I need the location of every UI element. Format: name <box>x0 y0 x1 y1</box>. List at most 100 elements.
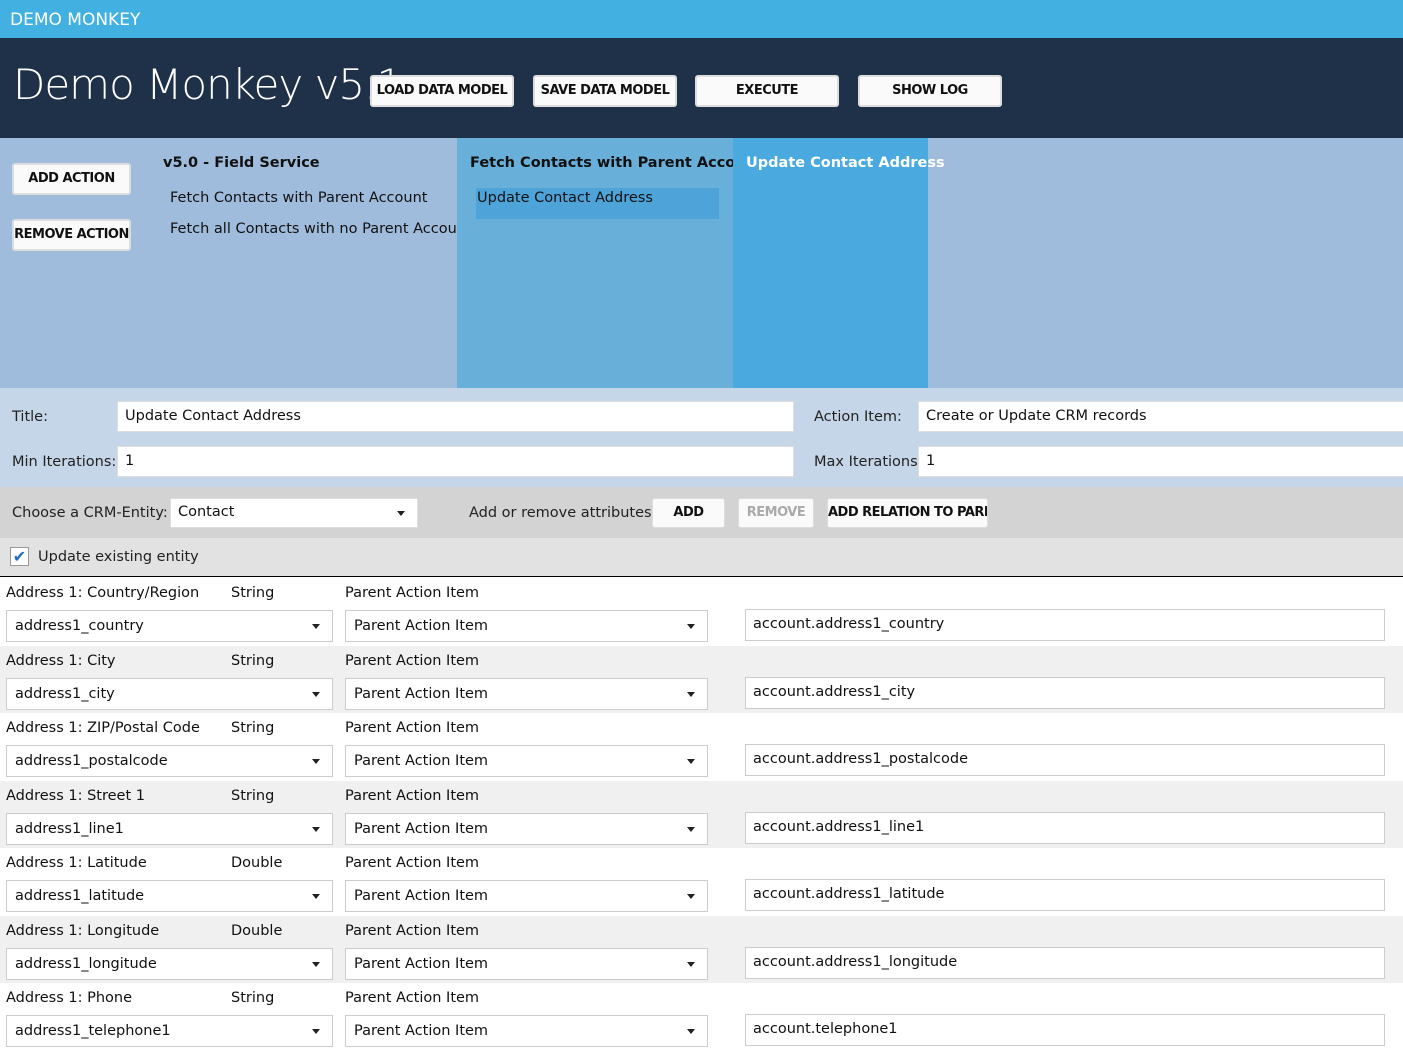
attribute-row: Address 1: City String Parent Action Ite… <box>0 645 1403 713</box>
value-input[interactable]: account.address1_city <box>745 676 1385 709</box>
action-item-selected[interactable]: Update Contact Address <box>476 188 719 219</box>
chevron-down-icon <box>687 1029 695 1034</box>
field-value: address1_longitude <box>15 955 157 972</box>
max-iterations-label: Max Iterations: <box>814 454 923 470</box>
chevron-down-icon <box>312 759 320 764</box>
attribute-type: String <box>231 585 275 601</box>
chevron-down-icon <box>312 624 320 629</box>
chevron-down-icon <box>687 624 695 629</box>
title-label: Title: <box>12 409 48 425</box>
attribute-field-dropdown[interactable]: address1_country <box>6 610 333 642</box>
field-value: address1_telephone1 <box>15 1023 171 1039</box>
chevron-down-icon <box>312 826 320 832</box>
crm-entity-value: Contact <box>178 504 235 520</box>
chevron-down-icon <box>397 511 405 516</box>
column-title[interactable]: Fetch Contacts with Parent Account <box>470 155 763 171</box>
value-input[interactable]: account.address1_postalcode <box>745 744 1385 776</box>
action-item[interactable]: Fetch Contacts with Parent Account <box>170 190 427 206</box>
action-item[interactable]: Fetch all Contacts with no Parent Accoun… <box>170 221 472 237</box>
action-item-input[interactable]: Create or Update CRM records <box>918 401 1403 432</box>
show-log-button[interactable]: SHOW LOG <box>858 75 1002 107</box>
source-label: Parent Action Item <box>345 652 480 669</box>
window-title: DEMO MONKEY <box>10 10 141 30</box>
column-title[interactable]: v5.0 - Field Service <box>163 155 320 171</box>
attribute-row: Address 1: ZIP/Postal Code String Parent… <box>0 713 1403 781</box>
attribute-field-dropdown[interactable]: address1_latitude <box>6 880 333 912</box>
chevron-down-icon <box>687 894 695 899</box>
attribute-row: Address 1: Latitude Double Parent Action… <box>0 848 1403 916</box>
chevron-down-icon <box>312 691 320 697</box>
source-value: Parent Action Item <box>354 685 489 702</box>
action-column: Update Contact Address <box>733 138 945 388</box>
add-action-button[interactable]: ADD ACTION <box>12 163 131 195</box>
add-relation-to-parent-button[interactable]: ADD RELATION TO PAREN <box>827 498 988 528</box>
source-dropdown[interactable]: Parent Action Item <box>345 610 708 642</box>
attribute-type: String <box>231 720 275 736</box>
action-tree: ADD ACTION REMOVE ACTION v5.0 - Field Se… <box>0 138 1403 388</box>
chevron-down-icon <box>687 961 695 967</box>
source-dropdown[interactable]: Parent Action Item <box>345 1015 708 1047</box>
value-input[interactable]: account.address1_country <box>745 609 1385 641</box>
crm-entity-dropdown[interactable]: Contact <box>170 498 418 528</box>
source-label: Parent Action Item <box>345 990 480 1006</box>
attribute-field-dropdown[interactable]: address1_telephone1 <box>6 1015 333 1047</box>
attribute-row: Address 1: Street 1 String Parent Action… <box>0 780 1403 848</box>
attributes-label: Add or remove attributes: <box>469 505 657 521</box>
source-label: Parent Action Item <box>345 787 480 804</box>
source-dropdown[interactable]: Parent Action Item <box>345 677 708 710</box>
attribute-field-dropdown[interactable]: address1_postalcode <box>6 745 333 777</box>
chevron-down-icon <box>687 759 695 764</box>
action-form: Title: Update Contact Address Action Ite… <box>0 388 1403 487</box>
execute-button[interactable]: EXECUTE <box>695 75 839 107</box>
value-input[interactable]: account.telephone1 <box>745 1014 1385 1046</box>
update-existing-checkbox[interactable]: ✔ <box>10 547 29 566</box>
title-input[interactable]: Update Contact Address <box>117 401 794 432</box>
chevron-down-icon <box>312 961 320 967</box>
source-value: Parent Action Item <box>354 1023 489 1039</box>
source-label: Parent Action Item <box>345 585 480 601</box>
source-label: Parent Action Item <box>345 922 480 939</box>
field-value: address1_latitude <box>15 888 145 904</box>
header: Demo Monkey v5.1 LOAD DATA MODEL SAVE DA… <box>0 38 1403 138</box>
field-value: address1_line1 <box>15 820 124 837</box>
value-input[interactable]: account.address1_longitude <box>745 946 1385 979</box>
source-label: Parent Action Item <box>345 720 480 736</box>
attribute-row: Address 1: Country/Region String Parent … <box>0 578 1403 646</box>
action-column: Fetch Contacts with Parent Account Updat… <box>457 138 763 388</box>
source-dropdown[interactable]: Parent Action Item <box>345 745 708 777</box>
min-iterations-label: Min Iterations: <box>12 454 117 470</box>
source-dropdown[interactable]: Parent Action Item <box>345 812 708 845</box>
column-title[interactable]: Update Contact Address <box>746 155 945 171</box>
value-input[interactable]: account.address1_latitude <box>745 879 1385 911</box>
add-attribute-button[interactable]: ADD <box>652 498 725 528</box>
save-data-model-button[interactable]: SAVE DATA MODEL <box>533 75 677 107</box>
field-value: address1_postalcode <box>15 753 168 769</box>
max-iterations-input[interactable]: 1 <box>918 446 1403 477</box>
attribute-row: Address 1: Phone String Parent Action It… <box>0 983 1403 1051</box>
checkmark-icon: ✔ <box>12 547 27 566</box>
chevron-down-icon <box>687 691 695 697</box>
min-iterations-input[interactable]: 1 <box>117 446 794 477</box>
attribute-type: Double <box>231 855 283 871</box>
source-value: Parent Action Item <box>354 618 489 634</box>
value-input[interactable]: account.address1_line1 <box>745 811 1385 844</box>
attribute-field-dropdown[interactable]: address1_longitude <box>6 947 333 980</box>
load-data-model-button[interactable]: LOAD DATA MODEL <box>370 75 514 107</box>
source-value: Parent Action Item <box>354 888 489 904</box>
attribute-name: Address 1: ZIP/Postal Code <box>6 720 200 736</box>
remove-attribute-button[interactable]: REMOVE <box>738 498 814 528</box>
action-item-label: Action Item: <box>814 409 902 425</box>
attribute-type: String <box>231 652 275 669</box>
crm-entity-label: Choose a CRM-Entity: <box>12 505 168 521</box>
attribute-type: String <box>231 990 275 1006</box>
source-dropdown[interactable]: Parent Action Item <box>345 947 708 980</box>
field-value: address1_country <box>15 618 144 634</box>
source-dropdown[interactable]: Parent Action Item <box>345 880 708 912</box>
attribute-name: Address 1: Longitude <box>6 922 160 939</box>
attribute-field-dropdown[interactable]: address1_line1 <box>6 812 333 845</box>
attribute-row: Address 1: Longitude Double Parent Actio… <box>0 915 1403 983</box>
attribute-name: Address 1: Country/Region <box>6 585 200 601</box>
remove-action-button[interactable]: REMOVE ACTION <box>12 219 131 251</box>
update-existing-label[interactable]: Update existing entity <box>38 549 199 565</box>
attribute-field-dropdown[interactable]: address1_city <box>6 677 333 710</box>
